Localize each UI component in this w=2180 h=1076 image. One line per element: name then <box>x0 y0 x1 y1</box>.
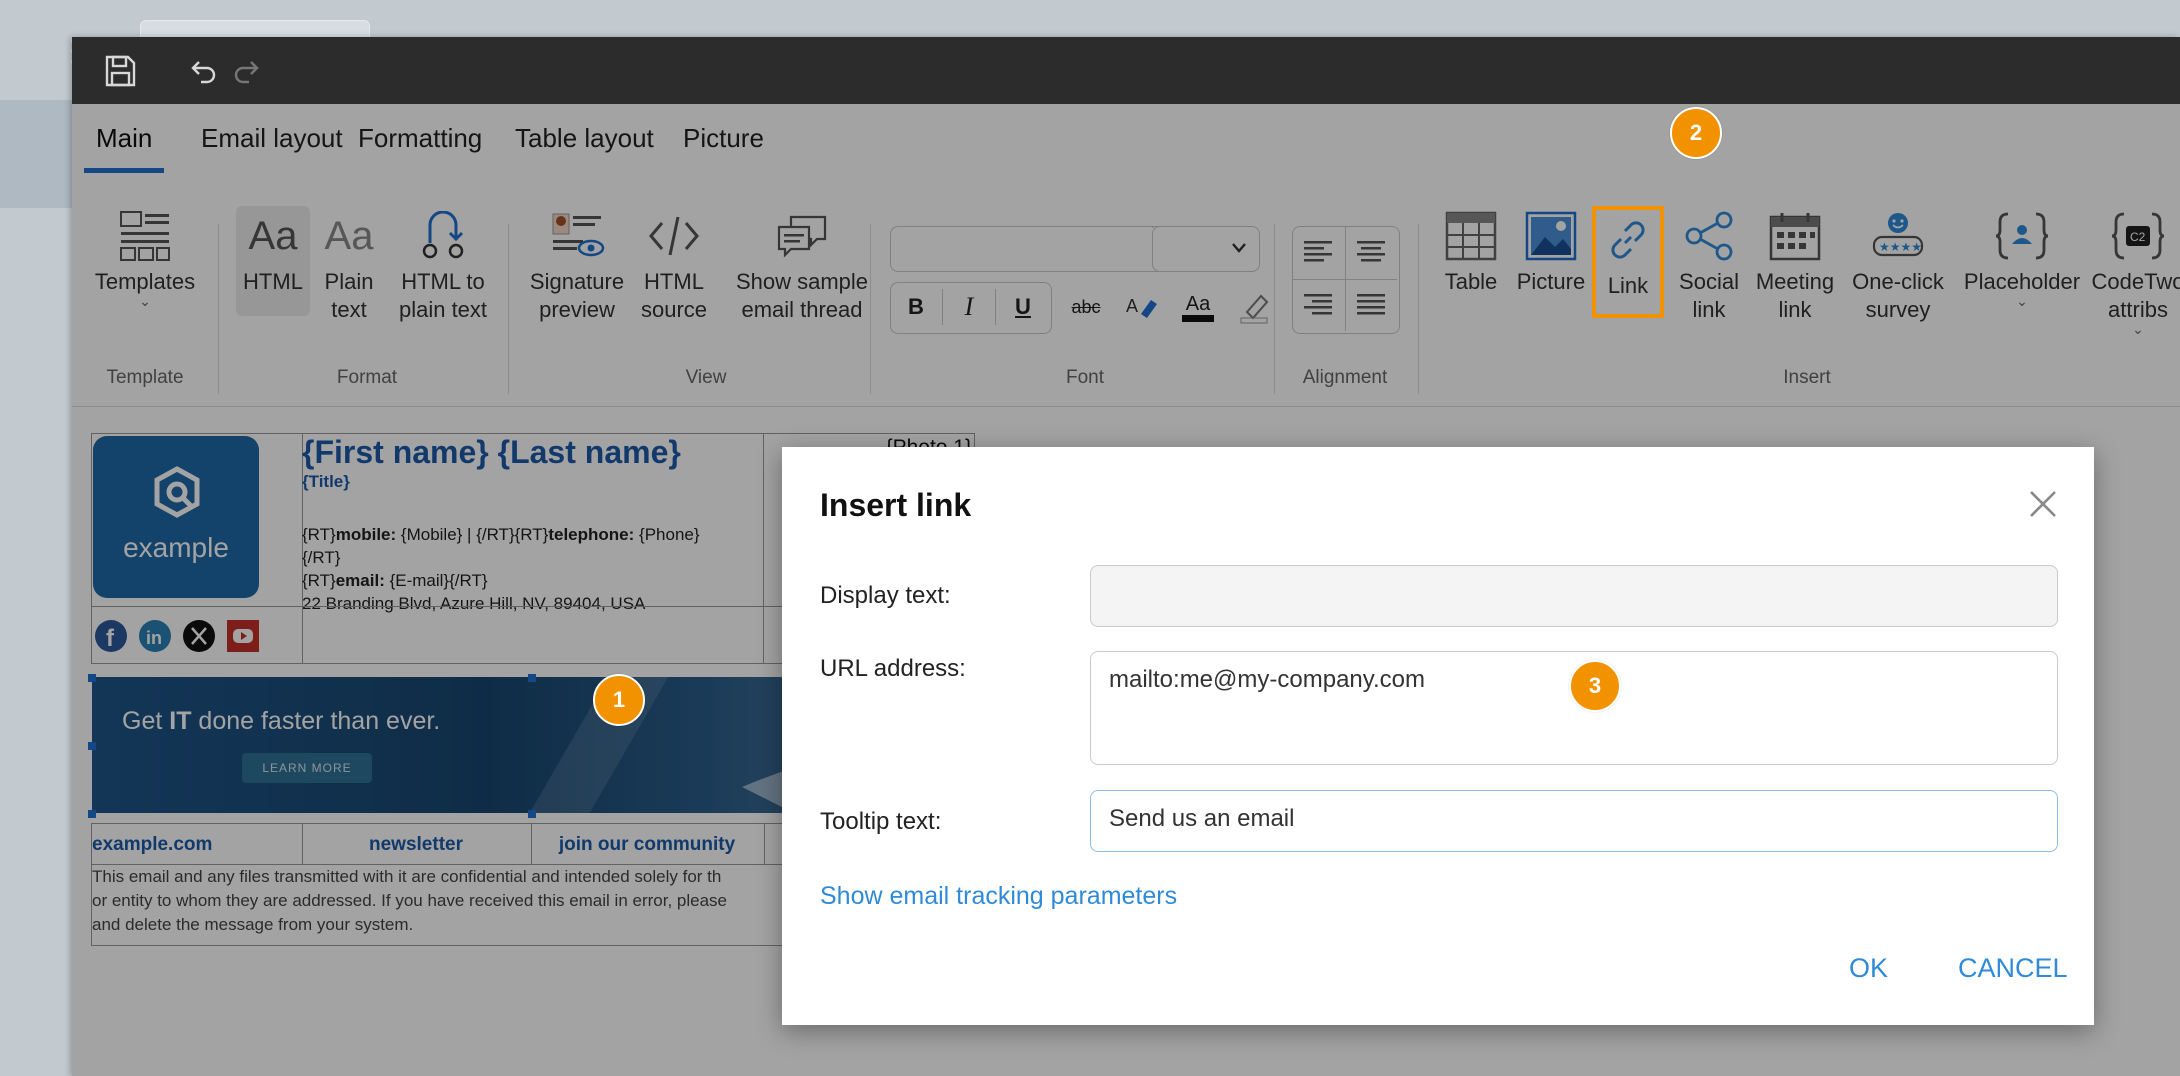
tooltip-text-input[interactable]: Send us an email <box>1090 790 2058 852</box>
redo-icon[interactable] <box>224 49 268 93</box>
show-tracking-parameters-link[interactable]: Show email tracking parameters <box>820 882 1177 911</box>
background-panel <box>0 100 72 208</box>
cancel-button[interactable]: CANCEL <box>1958 953 2068 984</box>
titlebar <box>72 37 2180 104</box>
close-icon[interactable] <box>2026 487 2060 521</box>
dialog-title: Insert link <box>820 487 972 523</box>
link-button-highlight <box>1592 206 1664 318</box>
step-marker-1: 1 <box>593 674 645 726</box>
display-text-label: Display text: <box>820 582 951 609</box>
url-address-label: URL address: <box>820 655 966 682</box>
step-marker-3: 3 <box>1569 660 1621 712</box>
url-address-input[interactable]: mailto:me@my-company.com <box>1090 651 2058 765</box>
tooltip-text-label: Tooltip text: <box>820 808 942 835</box>
display-text-input[interactable] <box>1090 565 2058 627</box>
undo-icon[interactable] <box>182 49 226 93</box>
insert-link-dialog: Insert link Display text: URL address: m… <box>782 447 2094 1025</box>
step-marker-2: 2 <box>1670 107 1722 159</box>
save-icon[interactable] <box>98 49 142 93</box>
ok-button[interactable]: OK <box>1849 953 1888 984</box>
